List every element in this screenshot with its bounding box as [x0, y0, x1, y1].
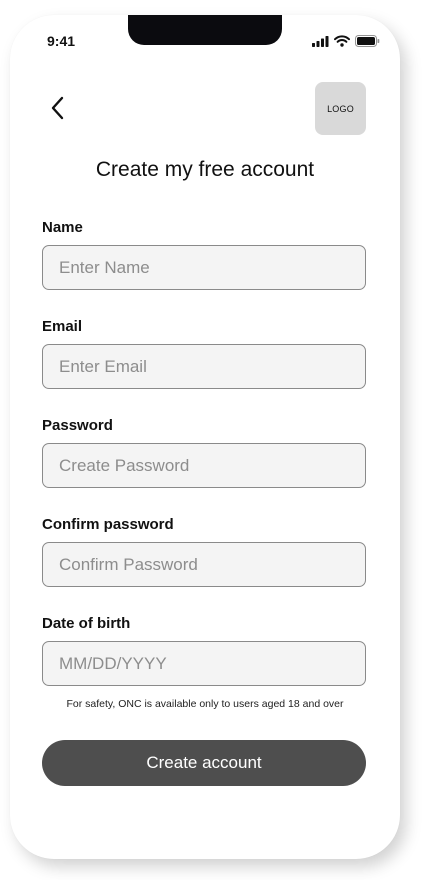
email-input[interactable] [42, 344, 366, 389]
email-label: Email [42, 318, 83, 335]
password-input[interactable] [42, 443, 366, 488]
status-time: 9:41 [47, 33, 76, 49]
confirm-password-label: Confirm password [42, 516, 174, 533]
date-of-birth-label: Date of birth [42, 615, 131, 632]
name-input[interactable] [42, 245, 366, 290]
battery-icon [355, 34, 380, 52]
chevron-left-icon [50, 96, 64, 125]
notch [128, 15, 282, 45]
status-icons [312, 34, 380, 52]
logo: LOGO [315, 82, 366, 135]
cellular-signal-icon [312, 34, 329, 52]
phone-frame: 9:41 LOGO Create my free account Name En… [10, 15, 400, 859]
name-label: Name [42, 219, 83, 236]
confirm-password-input[interactable] [42, 542, 366, 587]
password-label: Password [42, 417, 113, 434]
back-button[interactable] [44, 95, 70, 125]
logo-text: LOGO [327, 103, 354, 114]
age-disclaimer: For safety, ONC is available only to use… [66, 698, 344, 710]
wifi-icon [334, 34, 350, 52]
page-title: Create my free account [95, 158, 315, 181]
create-account-button[interactable]: Create account [42, 740, 366, 786]
date-of-birth-input[interactable] [42, 641, 366, 686]
